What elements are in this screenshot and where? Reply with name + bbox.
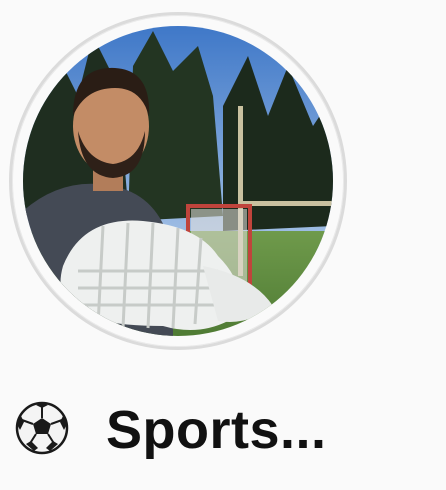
highlight-title: Sports... [106,400,327,460]
highlight-cover-image[interactable] [23,26,333,336]
soccer-ball-icon [14,400,70,456]
cover-photo [23,26,333,336]
highlight-label-row: Sports... [0,396,446,466]
story-highlight[interactable]: Sports... [0,0,446,490]
